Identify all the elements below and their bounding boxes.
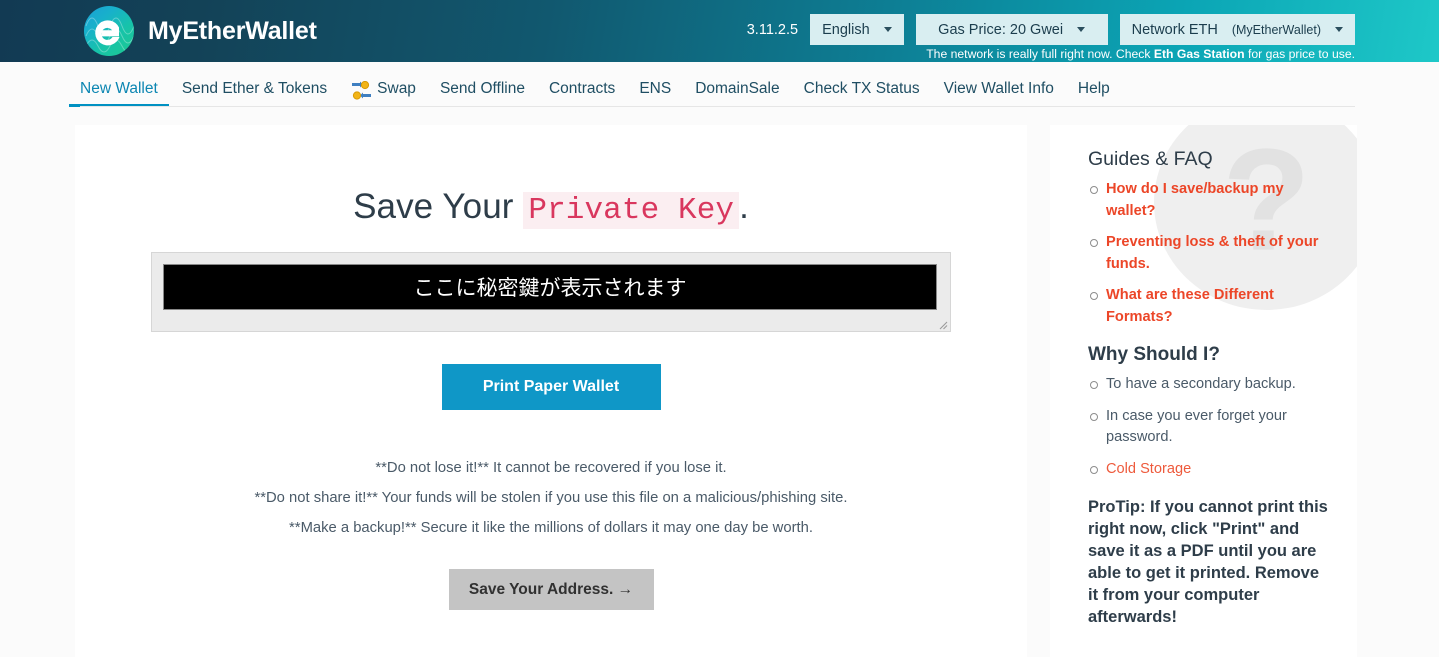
swap-coins-icon — [352, 81, 372, 100]
gas-price-label: Gas Price: 20 Gwei — [938, 21, 1064, 38]
chevron-down-icon — [1077, 27, 1086, 32]
print-paper-wallet-button[interactable]: Print Paper Wallet — [441, 364, 661, 410]
chevron-down-icon — [883, 27, 892, 32]
list-item: Cold Storage — [1090, 459, 1331, 481]
nav-label: View Wallet Info — [943, 80, 1054, 97]
header-controls: 3.11.2.5 English Gas Price: 20 Gwei Netw… — [747, 14, 1355, 45]
app-header: MyEtherWallet 3.11.2.5 English Gas Price… — [0, 0, 1439, 62]
nav-label: New Wallet — [80, 80, 158, 97]
resize-handle-icon[interactable] — [936, 318, 948, 330]
nav-item-domainsale[interactable]: DomainSale — [695, 62, 779, 117]
nav-item-send-offline[interactable]: Send Offline — [440, 62, 525, 117]
nav-item-ens[interactable]: ENS — [639, 62, 671, 117]
list-item: To have a secondary backup. — [1090, 374, 1331, 396]
page-title-highlight: Private Key — [523, 192, 740, 229]
nav-label: Swap — [377, 80, 416, 97]
gas-warning-suffix: for gas price to use. — [1244, 47, 1355, 61]
main-navigation: New Wallet Send Ether & Tokens Swap Send… — [0, 62, 1439, 117]
private-key-textarea[interactable]: ここに秘密鍵が表示されます — [151, 252, 951, 332]
nav-item-swap[interactable]: Swap — [351, 62, 416, 117]
nav-item-help[interactable]: Help — [1078, 62, 1110, 117]
guide-link[interactable]: How do I save/backup my wallet? — [1106, 181, 1284, 219]
language-selector-label: English — [822, 21, 870, 38]
network-label: Network ETH — [1131, 21, 1218, 38]
network-selector[interactable]: Network ETH (MyEtherWallet) — [1119, 14, 1355, 45]
list-item: How do I save/backup my wallet? — [1090, 179, 1331, 222]
app-version: 3.11.2.5 — [746, 21, 799, 38]
nav-label: ENS — [639, 80, 672, 97]
nav-item-send-ether-tokens[interactable]: Send Ether & Tokens — [182, 62, 327, 117]
nav-item-view-wallet-info[interactable]: View Wallet Info — [944, 62, 1054, 117]
logo-e-glyph — [95, 20, 120, 46]
nav-item-new-wallet[interactable]: New Wallet — [69, 62, 169, 117]
why-should-i-heading: Why Should I? — [1088, 344, 1220, 365]
nav-label: DomainSale — [695, 80, 780, 97]
nav-divider — [80, 106, 1355, 107]
eth-gas-station-link[interactable]: Eth Gas Station — [1154, 47, 1245, 61]
warning-line: **Do not share it!** Your funds will be … — [254, 490, 848, 506]
save-your-address-button[interactable]: Save Your Address. → — [448, 569, 654, 610]
guide-link[interactable]: Preventing loss & theft of your funds. — [1106, 234, 1318, 272]
page-title-suffix: . — [739, 187, 749, 226]
gas-network-warning: The network is really full right now. Ch… — [926, 47, 1355, 61]
list-item: Preventing loss & theft of your funds. — [1090, 232, 1331, 275]
list-item: What are these Different Formats? — [1090, 285, 1331, 328]
nav-item-contracts[interactable]: Contracts — [549, 62, 615, 117]
page-title-prefix: Save Your — [353, 187, 524, 226]
nav-label: Contracts — [548, 80, 616, 97]
gas-price-selector[interactable]: Gas Price: 20 Gwei — [915, 14, 1108, 45]
network-sublabel: (MyEtherWallet) — [1231, 22, 1321, 37]
nav-label: Send Ether & Tokens — [181, 80, 328, 97]
help-sidebar: ? Guides & FAQ How do I save/backup my w… — [1050, 125, 1357, 657]
why-should-i-list: To have a secondary backup. In case you … — [1088, 374, 1331, 480]
page-title: Save Your Private Key. — [75, 125, 1027, 229]
guides-faq-list: How do I save/backup my wallet? Preventi… — [1088, 179, 1331, 328]
nav-label: Check TX Status — [803, 80, 920, 97]
warnings-block: **Do not lose it!** It cannot be recover… — [75, 453, 1027, 543]
chevron-down-icon — [1335, 27, 1343, 32]
nav-label: Help — [1077, 80, 1110, 97]
brand-name: MyEtherWallet — [148, 16, 317, 45]
guide-link[interactable]: What are these Different Formats? — [1106, 287, 1274, 325]
protip-text: ProTip: If you cannot print this right n… — [1088, 498, 1328, 626]
guides-faq-heading: Guides & FAQ — [1088, 148, 1213, 170]
private-key-value: ここに秘密鍵が表示されます — [163, 264, 937, 310]
nav-label: Send Offline — [439, 80, 525, 97]
warning-line: **Do not lose it!** It cannot be recover… — [375, 460, 727, 476]
mew-logo-icon — [84, 6, 134, 56]
gas-warning-prefix: The network is really full right now. Ch… — [926, 47, 1154, 61]
save-private-key-card: Save Your Private Key. ここに秘密鍵が表示されます Pri… — [75, 125, 1027, 657]
nav-item-check-tx-status[interactable]: Check TX Status — [804, 62, 920, 117]
cold-storage-link[interactable]: Cold Storage — [1106, 461, 1191, 477]
page-content: Save Your Private Key. ここに秘密鍵が表示されます Pri… — [0, 117, 1439, 657]
brand-logo[interactable]: MyEtherWallet — [84, 6, 317, 56]
language-selector[interactable]: English — [810, 14, 904, 45]
list-item: In case you ever forget your password. — [1090, 406, 1331, 449]
warning-line: **Make a backup!** Secure it like the mi… — [289, 520, 813, 536]
